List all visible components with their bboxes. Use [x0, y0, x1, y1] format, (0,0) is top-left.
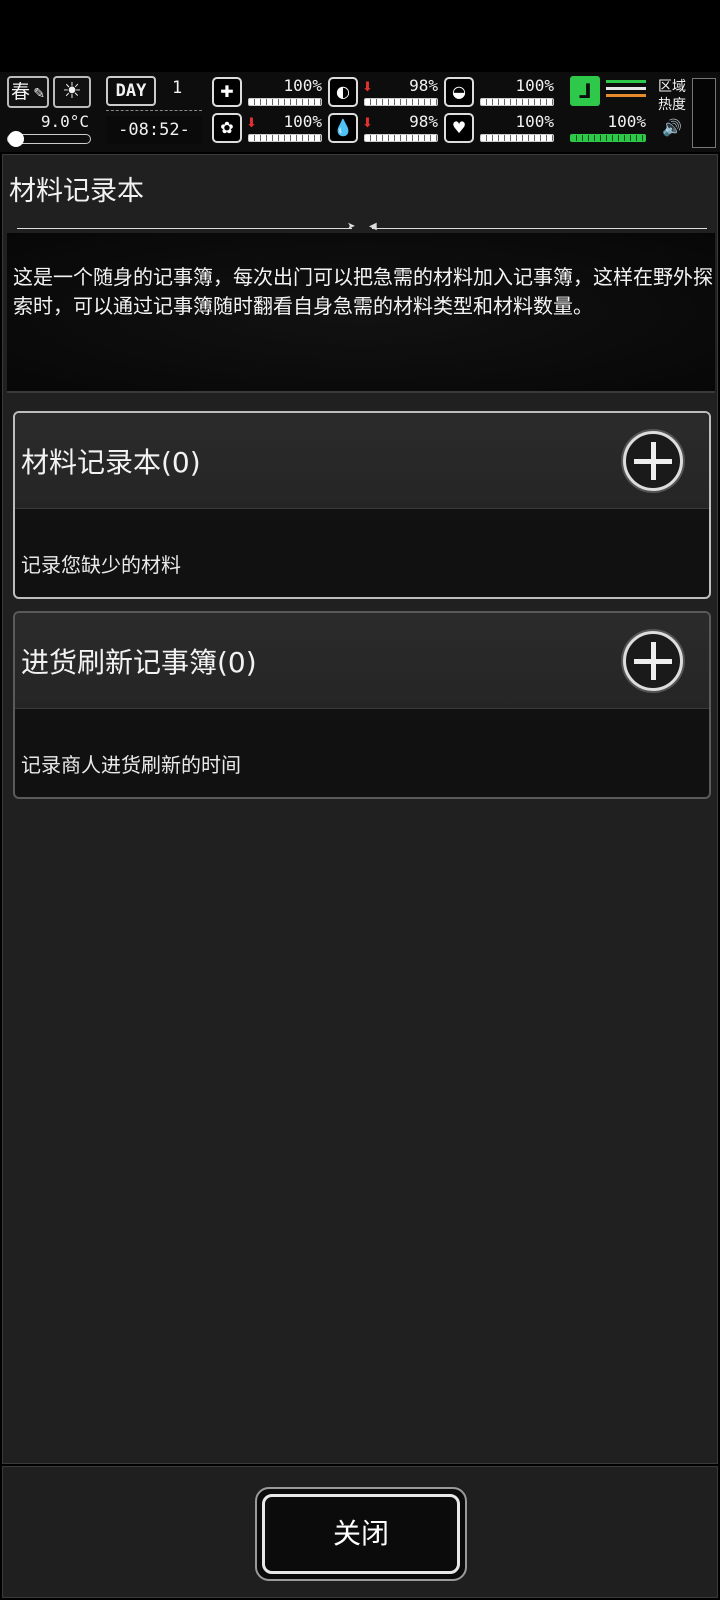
season-indicator[interactable]: 春 ✎ — [7, 76, 49, 108]
stat-hunger[interactable]: ◐ ⬇ 98% — [328, 76, 442, 110]
temperature-readout: 9.0°C — [7, 112, 91, 147]
card-title: 材料记录本(0) — [21, 446, 201, 479]
stat-sleep[interactable]: ◒ 100% — [444, 76, 558, 110]
season-label: 春 — [11, 81, 31, 103]
stat-bar — [364, 98, 438, 106]
stat-value: 98% — [409, 76, 438, 95]
card-subtitle: 记录商人进货刷新的时间 — [21, 753, 241, 777]
clock-ticks — [106, 110, 202, 114]
card-title: 进货刷新记事簿(0) — [21, 646, 257, 679]
day-label: DAY — [106, 76, 156, 106]
sun-icon[interactable]: ☀ — [53, 76, 91, 108]
page-title: 材料记录本 — [9, 176, 144, 207]
boot-icon: ⅃ — [570, 76, 600, 106]
close-button[interactable]: 关闭 — [255, 1487, 467, 1581]
title-divider: ➤ ◀ — [17, 221, 707, 232]
add-restock-button[interactable] — [623, 631, 683, 691]
stat-value: 100% — [515, 112, 554, 131]
stat-arrow: ⬇ — [246, 116, 257, 131]
heart-icon: ♥ — [444, 113, 474, 143]
stat-bar — [248, 98, 322, 106]
pill-icon: ◒ — [444, 77, 474, 107]
stat-bar — [248, 134, 322, 142]
speaker-icon[interactable]: 🔊 — [662, 118, 682, 137]
clock-time: -08:52- — [106, 116, 202, 144]
stat-arrow: ⬇ — [362, 116, 373, 131]
stamina-indicator[interactable]: ⅃ — [570, 76, 648, 106]
material-notebook-card[interactable]: 材料记录本(0) 记录您缺少的材料 — [13, 411, 711, 599]
restock-notebook-card[interactable]: 进货刷新记事簿(0) 记录商人进货刷新的时间 — [13, 611, 711, 799]
description-box: 这是一个随身的记事簿，每次出门可以把急需的材料加入记事簿，这样在野外探索时，可以… — [7, 233, 715, 393]
stat-value: 100% — [283, 76, 322, 95]
notebook-panel: 材料记录本 ➤ ◀ 这是一个随身的记事簿，每次出门可以把急需的材料加入记事簿，这… — [2, 154, 718, 1464]
stat-value: 100% — [283, 112, 322, 131]
temperature-value: 9.0°C — [40, 112, 89, 131]
load-lines-icon — [606, 80, 646, 102]
day-number: 1 — [172, 78, 183, 98]
stamina-value: 100% — [607, 112, 646, 131]
stat-health[interactable]: ✚ 100% — [212, 76, 326, 110]
card-subtitle: 记录您缺少的材料 — [21, 553, 181, 577]
zone-heat-meter — [692, 78, 716, 148]
stat-value: 100% — [515, 76, 554, 95]
stat-bar — [480, 98, 554, 106]
stat-bar — [480, 134, 554, 142]
stat-value: 98% — [409, 112, 438, 131]
stat-thirst[interactable]: 💧 ⬇ 98% — [328, 112, 442, 146]
card-header: 进货刷新记事簿(0) — [15, 613, 709, 709]
add-material-button[interactable] — [623, 431, 683, 491]
description-text: 这是一个随身的记事簿，每次出门可以把急需的材料加入记事簿，这样在野外探索时，可以… — [13, 265, 713, 318]
water-drop-icon: 💧 — [328, 113, 358, 143]
stat-bar — [364, 134, 438, 142]
status-hud: 春 ✎ ☀ 9.0°C DAY 1 -08:52- ✚ 100% ◐ ⬇ 98%… — [0, 72, 720, 152]
stat-mood[interactable]: ♥ 100% — [444, 112, 558, 146]
card-header: 材料记录本(0) — [15, 413, 709, 509]
footer-bar: 关闭 — [2, 1466, 718, 1598]
stat-stamina: 100% — [570, 112, 650, 146]
stamina-bar — [570, 134, 646, 142]
zone-heat-label: 区域热度 — [658, 79, 686, 113]
zone-heat[interactable]: 区域热度 🔊 — [658, 78, 718, 148]
feather-icon: ✎ — [33, 86, 45, 102]
medkit-icon: ✚ — [212, 77, 242, 107]
close-button-label: 关闭 — [262, 1494, 460, 1574]
stat-arrow: ⬇ — [362, 80, 373, 95]
day-clock: DAY 1 -08:52- — [106, 76, 202, 146]
stomach-icon: ◐ — [328, 77, 358, 107]
stat-mind[interactable]: ✿ ⬇ 100% — [212, 112, 326, 146]
brain-icon: ✿ — [212, 113, 242, 143]
thermometer-icon — [7, 131, 91, 147]
